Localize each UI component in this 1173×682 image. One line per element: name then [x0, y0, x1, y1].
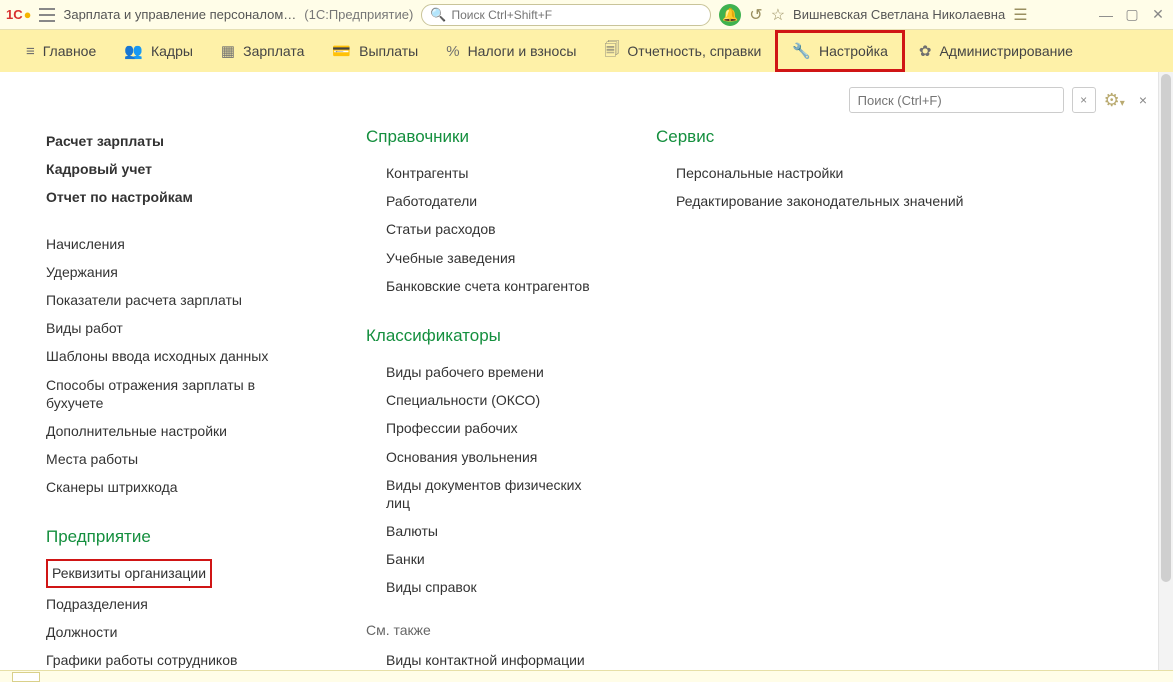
nav-item-7[interactable]: ✿ Администрирование [905, 30, 1087, 72]
nav-item-2[interactable]: ▦ Зарплата [207, 30, 319, 72]
link-item[interactable]: Контрагенты [366, 159, 596, 187]
link-item[interactable]: Основания увольнения [366, 443, 596, 471]
nav-label: Кадры [151, 43, 193, 59]
nav-label: Налоги и взносы [468, 43, 577, 59]
section-header: Классификаторы [366, 326, 596, 346]
user-name: Вишневская Светлана Николаевна [793, 7, 1005, 22]
nav-icon: ≡ [26, 43, 35, 60]
nav-item-6[interactable]: 🔧 Настройка [775, 30, 905, 72]
link-item[interactable]: Места работы [46, 445, 306, 473]
titlebar: 1С● Зарплата и управление персоналом… (1… [0, 0, 1173, 30]
global-search-input[interactable] [451, 8, 702, 22]
nav-icon: 🔧 [792, 42, 811, 60]
nav-label: Выплаты [359, 43, 418, 59]
link-item[interactable]: Графики работы сотрудников [46, 646, 306, 670]
link-item[interactable]: Банковские счета контрагентов [366, 272, 596, 300]
link-item[interactable]: Учебные заведения [366, 244, 596, 272]
link-item[interactable]: Профессии рабочих [366, 414, 596, 442]
link-item[interactable]: Способы отражения зарплаты в бухучете [46, 371, 306, 417]
user-menu-icon[interactable]: ☰ [1013, 5, 1027, 25]
nav-item-3[interactable]: 💳 Выплаты [318, 30, 432, 72]
link-item[interactable]: Статьи расходов [366, 215, 596, 243]
see-also-header: См. также [366, 622, 596, 638]
nav-label: Настройка [819, 43, 888, 59]
section-header: Сервис [656, 127, 976, 147]
status-bar [0, 670, 1173, 682]
link-item[interactable]: Виды работ [46, 314, 306, 342]
column-1: Расчет зарплатыКадровый учетОтчет по нас… [46, 127, 306, 670]
link-item[interactable]: Дополнительные настройки [46, 417, 306, 445]
link-item[interactable]: Кадровый учет [46, 155, 306, 183]
minimize-button[interactable]: — [1097, 7, 1115, 23]
favorite-icon[interactable]: ☆ [771, 5, 785, 25]
link-item[interactable]: Реквизиты организации [46, 559, 212, 587]
nav-icon: 💳 [332, 42, 351, 60]
nav-icon: ✿ [919, 42, 932, 60]
close-button[interactable]: ✕ [1149, 6, 1167, 23]
nav-icon: % [446, 43, 459, 60]
column-3: Сервис Персональные настройкиРедактирован… [656, 127, 976, 670]
app-subtitle: (1С:Предприятие) [304, 7, 413, 22]
hamburger-icon[interactable] [39, 8, 55, 22]
settings-gear-icon[interactable]: ⚙▾ [1104, 90, 1125, 111]
nav-item-1[interactable]: 👥 Кадры [110, 30, 207, 72]
scrollbar-thumb[interactable] [1161, 74, 1171, 582]
link-item[interactable]: Отчет по настройкам [46, 183, 306, 211]
link-item[interactable]: Шаблоны ввода исходных данных [46, 342, 306, 370]
link-item[interactable]: Виды документов физических лиц [366, 471, 596, 517]
global-search[interactable]: 🔍 [421, 4, 711, 26]
nav-label: Зарплата [243, 43, 304, 59]
link-item[interactable]: Персональные настройки [656, 159, 976, 187]
link-item[interactable]: Удержания [46, 258, 306, 286]
clear-search-button[interactable]: × [1072, 87, 1096, 113]
link-item[interactable]: Показатели расчета зарплаты [46, 286, 306, 314]
link-item[interactable]: Редактирование законодательных значений [656, 187, 976, 215]
maximize-button[interactable]: ▢ [1123, 6, 1141, 23]
link-item[interactable]: Виды справок [366, 573, 596, 601]
section-header: Предприятие [46, 527, 306, 547]
link-item[interactable]: Банки [366, 545, 596, 573]
link-item[interactable]: Виды рабочего времени [366, 358, 596, 386]
notifications-icon[interactable]: 🔔 [719, 4, 741, 26]
nav-item-0[interactable]: ≡ Главное [12, 30, 110, 72]
nav-item-5[interactable]: 🗐 Отчетность, справки [590, 30, 775, 72]
link-item[interactable]: Расчет зарплаты [46, 127, 306, 155]
nav-icon: 🗐 [604, 39, 619, 64]
link-item[interactable]: Виды контактной информации [366, 646, 596, 670]
link-item[interactable]: Валюты [366, 517, 596, 545]
nav-label: Администрирование [939, 43, 1073, 59]
logo-1c: 1С● [6, 7, 31, 22]
content-toolbar: × ⚙▾ × [849, 87, 1153, 113]
main-nav: ≡ Главное 👥 Кадры ▦ Зарплата 💳 Выплаты% Налоги и… [0, 30, 1173, 72]
link-item[interactable]: Должности [46, 618, 306, 646]
link-item[interactable]: Сканеры штрихкода [46, 473, 306, 501]
nav-label: Отчетность, справки [627, 43, 761, 59]
scrollbar[interactable] [1158, 72, 1173, 670]
link-item[interactable]: Работодатели [366, 187, 596, 215]
link-item[interactable]: Подразделения [46, 590, 306, 618]
section-header: Справочники [366, 127, 596, 147]
content-search-input[interactable] [850, 93, 1063, 108]
link-item[interactable]: Начисления [46, 230, 306, 258]
content-close-button[interactable]: × [1133, 92, 1153, 108]
app-title: Зарплата и управление персоналом… [63, 7, 296, 22]
column-2: Справочники КонтрагентыРаботодателиСтатьи… [366, 127, 596, 670]
content-search[interactable] [849, 87, 1064, 113]
content-area: × ⚙▾ × Расчет зарплатыКадровый учетОтчет… [1, 72, 1173, 670]
history-icon[interactable]: ↺ [749, 5, 762, 25]
settings-columns: Расчет зарплатыКадровый учетОтчет по нас… [46, 127, 1143, 670]
nav-icon: 👥 [124, 42, 143, 60]
search-icon: 🔍 [430, 7, 446, 23]
nav-label: Главное [43, 43, 97, 59]
nav-icon: ▦ [221, 42, 235, 60]
link-item[interactable]: Специальности (ОКСО) [366, 386, 596, 414]
nav-item-4[interactable]: % Налоги и взносы [432, 30, 590, 72]
